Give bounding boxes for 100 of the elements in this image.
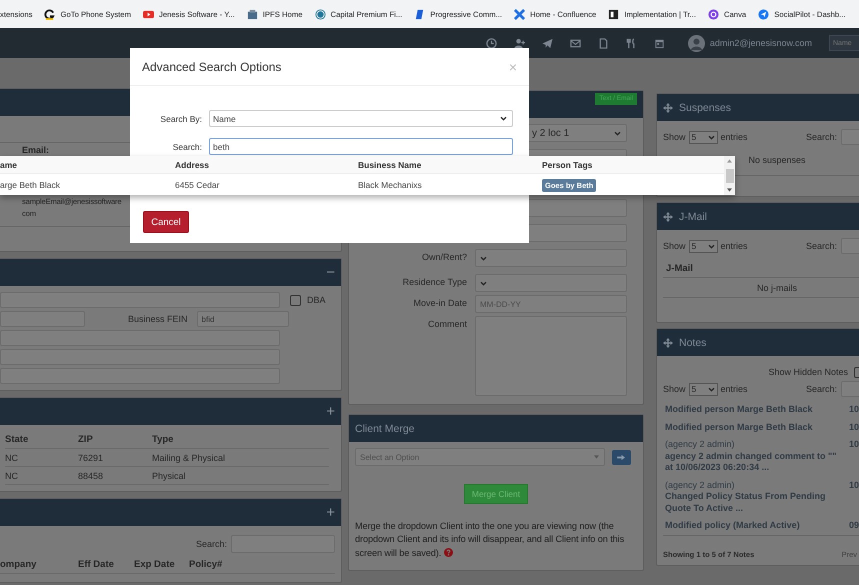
g-arc-icon [44, 8, 56, 20]
triangle-icon [594, 455, 599, 459]
chevron-icon [614, 130, 621, 136]
panel-title: J-Mail [679, 210, 707, 222]
note-text[interactable]: Modified person Marge Beth Black [665, 422, 841, 433]
dialog-title: Advanced Search Options [142, 60, 282, 74]
note-text[interactable]: Modified person Marge Beth Black [665, 404, 841, 416]
up-arrow-icon[interactable] [727, 159, 732, 163]
panel-title: Suspenses [679, 102, 731, 114]
slanted-mark-icon [414, 8, 426, 20]
column-header[interactable]: Exp Date [134, 559, 189, 570]
fein-field[interactable]: bfid [196, 311, 289, 327]
note-date: 10 [848, 439, 859, 451]
chevron-icon [500, 116, 507, 121]
note-author: (agency 2 admin) [665, 439, 736, 450]
column-header[interactable]: Type [152, 434, 329, 445]
calendar-icon[interactable] [654, 38, 665, 48]
move-icon[interactable] [663, 212, 673, 222]
column-header[interactable]: J-Mail [663, 256, 859, 278]
note-date: 10 [848, 480, 859, 492]
globe-icon [314, 8, 326, 20]
down-arrow-icon[interactable] [727, 188, 732, 192]
column-header[interactable]: ompany [0, 559, 78, 570]
table-cell-text: Physical [152, 470, 187, 480]
chevron-icon [708, 134, 715, 140]
entries-select[interactable]: 5 [688, 240, 718, 252]
note-date: 10 [848, 404, 859, 416]
show-hidden-label: Show Hidden Notes [768, 367, 848, 377]
entries-label: entries [720, 132, 748, 142]
table-cell-text: Mailing & Physical [152, 452, 226, 462]
email-label: Email: [22, 145, 50, 155]
note-author: (agency 2 admin) [665, 480, 736, 491]
search-by-select[interactable]: Name [209, 110, 513, 127]
table-cell-text: 76291 [78, 452, 104, 462]
result-cell[interactable]: 6455 Cedar [175, 180, 358, 190]
checkbox[interactable] [290, 294, 301, 306]
column-header: ame [0, 160, 18, 170]
search-label: Search: [806, 132, 837, 142]
cross-icon [514, 8, 526, 20]
entries-select[interactable]: 5 [688, 382, 718, 396]
field-label: Own/Rent? [422, 252, 467, 262]
entries-label: entries [720, 384, 748, 394]
search-field[interactable]: beth [209, 138, 513, 155]
search-label: Search: [196, 539, 227, 549]
arrow-icon [617, 454, 626, 460]
empty-message: No j-mails [663, 278, 859, 298]
column-header[interactable]: State [5, 434, 78, 445]
field-label: Move-in Date [413, 298, 467, 308]
dba-label: DBA [307, 295, 326, 305]
cancel-button[interactable]: Cancel [143, 211, 189, 233]
envelope-icon[interactable] [570, 38, 581, 48]
scrollbar[interactable] [724, 156, 735, 195]
document-icon[interactable] [598, 38, 609, 48]
search-label: Search: [172, 142, 202, 152]
note-text[interactable]: Changed Policy Status From Pending Quote To Active ... [665, 491, 841, 514]
paper-plane-icon[interactable] [542, 38, 553, 48]
fein-label: Business FEIN [128, 314, 188, 324]
chevron-icon [708, 244, 715, 248]
column-header[interactable]: ZIP [78, 434, 152, 445]
clock-icon[interactable] [486, 38, 497, 48]
user-email[interactable]: admin2@jenesisnow.com [710, 38, 812, 48]
help-icon[interactable] [444, 548, 453, 557]
select-field[interactable] [475, 249, 627, 267]
entries-label: entries [720, 241, 748, 251]
show-label: Show [663, 132, 686, 142]
chevron-icon [480, 256, 487, 260]
table-cell-text: NC [5, 470, 19, 480]
select-field[interactable] [475, 274, 627, 292]
entries-select[interactable]: 5 [688, 130, 718, 144]
column-header: Business Name [358, 160, 422, 170]
note-date: 09 [848, 520, 859, 532]
avatar-icon[interactable] [688, 34, 705, 52]
field-label: Comment [428, 319, 467, 329]
column-header[interactable]: Policy# [189, 559, 335, 570]
note-text[interactable]: Modified policy (Marked Active) [665, 520, 841, 532]
search-label: Search: [806, 241, 837, 251]
search-label: Search: [806, 384, 837, 394]
table-cell-text: NC [5, 452, 19, 462]
move-icon[interactable] [663, 338, 673, 348]
collapse-button[interactable]: − [326, 265, 335, 280]
circle-icon [708, 8, 719, 20]
move-icon[interactable] [663, 102, 673, 112]
field-label: Residence Type [402, 277, 467, 287]
add-button[interactable]: + [326, 404, 335, 419]
note-text[interactable]: agency 2 admin changed comment to "" at 10/06/2023 06:20:34 ... [665, 450, 841, 474]
note-date: 10 [848, 422, 859, 433]
play-icon [143, 8, 154, 20]
column-header[interactable]: Eff Date [78, 559, 134, 570]
panel-title: Client Merge [355, 422, 415, 434]
chevron-icon [708, 386, 715, 392]
result-cell[interactable]: Black Mechanixs [358, 180, 542, 190]
show-label: Show [663, 384, 686, 394]
add-button[interactable]: + [326, 505, 335, 520]
pointer-button[interactable] [612, 450, 631, 464]
merge-help-text: Merge the dropdown Client into the one you are viewing now (the dropdown Client and its info will disappear, and all Client info on this screen will be saved). [355, 520, 626, 560]
result-cell[interactable]: arge Beth Black [0, 180, 175, 190]
chevron-icon [480, 280, 487, 286]
utensils-icon[interactable] [626, 38, 637, 48]
add-user-icon[interactable] [514, 38, 525, 48]
table-cell-text: 88458 [78, 470, 104, 480]
